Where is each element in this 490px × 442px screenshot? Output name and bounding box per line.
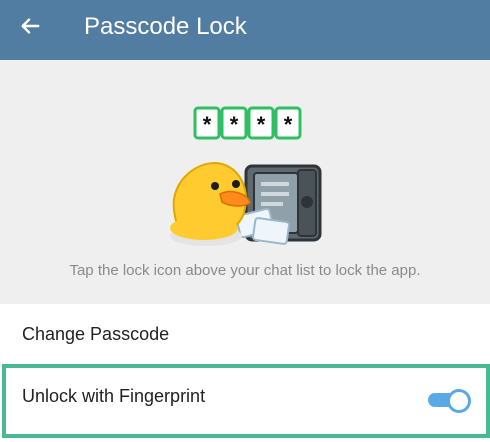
back-button[interactable]	[10, 8, 50, 48]
hint-text: Tap the lock icon above your chat list t…	[69, 262, 421, 279]
fingerprint-unlock-row[interactable]: Unlock with Fingerprint	[0, 364, 490, 442]
arrow-left-icon	[19, 15, 41, 42]
svg-text:*: *	[230, 112, 239, 137]
passcode-illustration: * * * *	[170, 106, 322, 246]
svg-text:*: *	[203, 112, 212, 137]
fingerprint-toggle[interactable]	[428, 388, 471, 413]
change-passcode-label: Change Passcode	[22, 324, 170, 344]
app-bar: Passcode Lock	[0, 0, 490, 60]
page-title: Passcode Lock	[84, 13, 247, 40]
toggle-thumb	[447, 389, 471, 413]
passcode-boxes: * * * *	[193, 106, 302, 140]
svg-text:*: *	[257, 112, 266, 137]
duck-icon	[170, 162, 251, 246]
hero-section: * * * * Tap the lock icon above your cha…	[0, 60, 490, 304]
fingerprint-label: Unlock with Fingerprint	[22, 386, 206, 406]
change-passcode-row[interactable]: Change Passcode	[0, 304, 490, 364]
svg-text:*: *	[284, 112, 293, 137]
